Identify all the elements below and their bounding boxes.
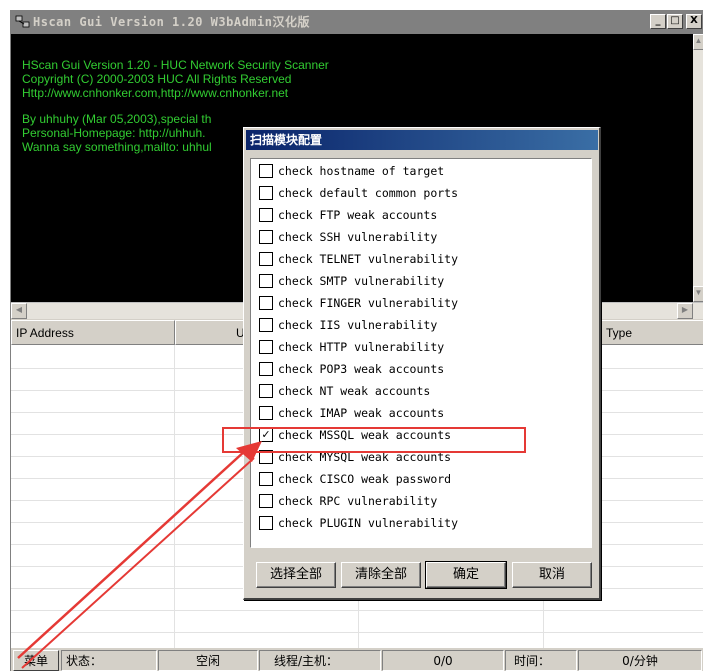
checkbox-cisco[interactable]: check CISCO weak password xyxy=(259,469,579,489)
checkbox-icon[interactable] xyxy=(259,230,273,244)
checkmark-icon[interactable]: ✓ xyxy=(259,428,273,442)
checkbox-label: check IMAP weak accounts xyxy=(278,406,445,420)
log-line: HScan Gui Version 1.20 - HUC Network Sec… xyxy=(22,58,329,72)
log-line: Http://www.cnhonker.com,http://www.cnhon… xyxy=(22,86,289,100)
app-icon xyxy=(15,15,30,28)
checkbox-icon[interactable] xyxy=(259,186,273,200)
checkbox-hostname[interactable]: check hostname of target xyxy=(259,161,579,181)
module-checklist: check hostname of target check default c… xyxy=(250,158,592,548)
checkbox-label: check POP3 weak accounts xyxy=(278,362,445,376)
checkbox-icon[interactable] xyxy=(259,296,273,310)
threads-label: 线程/主机： xyxy=(259,650,381,671)
column-header-ip-address[interactable]: IP Address xyxy=(11,320,175,345)
checkbox-label: check FINGER vulnerability xyxy=(278,296,459,310)
checkbox-iis[interactable]: check IIS vulnerability xyxy=(259,315,579,335)
scroll-down-arrow-icon[interactable]: ▼ xyxy=(693,286,703,302)
title-bar[interactable]: Hscan Gui Version 1.20 W3bAdmin汉化版 _ □ X xyxy=(11,10,703,34)
checkbox-icon[interactable] xyxy=(259,450,273,464)
window-title: Hscan Gui Version 1.20 W3bAdmin汉化版 xyxy=(33,15,310,29)
log-line: Copyright (C) 2000-2003 HUC All Rights R… xyxy=(22,72,292,86)
checkbox-label: check hostname of target xyxy=(278,164,445,178)
checkbox-label: check FTP weak accounts xyxy=(278,208,438,222)
checkbox-http[interactable]: check HTTP vulnerability xyxy=(259,337,579,357)
checkbox-plugin[interactable]: check PLUGIN vulnerability xyxy=(259,513,579,533)
threads-value: 0/0 xyxy=(382,650,504,671)
checkbox-label: check MSSQL weak accounts xyxy=(278,428,452,442)
checkbox-icon[interactable] xyxy=(259,274,273,288)
checkbox-pop3[interactable]: check POP3 weak accounts xyxy=(259,359,579,379)
cancel-button[interactable]: 取消 xyxy=(512,562,592,588)
checkbox-smtp[interactable]: check SMTP vulnerability xyxy=(259,271,579,291)
checkbox-icon[interactable] xyxy=(259,406,273,420)
log-line-blank xyxy=(22,100,693,112)
scroll-up-arrow-icon[interactable]: ▲ xyxy=(693,34,703,50)
checkbox-label: check TELNET vulnerability xyxy=(278,252,459,266)
log-line: By uhhuhy (Mar 05,2003),special th xyxy=(22,112,212,126)
checkbox-ftp[interactable]: check FTP weak accounts xyxy=(259,205,579,225)
scan-module-config-dialog: 扫描模块配置 check hostname of target check de… xyxy=(243,127,601,600)
checkbox-label: check IIS vulnerability xyxy=(278,318,438,332)
checkbox-nt[interactable]: check NT weak accounts xyxy=(259,381,579,401)
checkbox-icon[interactable] xyxy=(259,252,273,266)
checkbox-label: check CISCO weak password xyxy=(278,472,452,486)
checkbox-label: check PLUGIN vulnerability xyxy=(278,516,459,530)
close-button[interactable]: X xyxy=(686,14,702,29)
checkbox-rpc[interactable]: check RPC vulnerability xyxy=(259,491,579,511)
maximize-button[interactable]: □ xyxy=(667,14,683,29)
checkbox-label: check RPC vulnerability xyxy=(278,494,438,508)
checkbox-icon[interactable] xyxy=(259,384,273,398)
checkbox-imap[interactable]: check IMAP weak accounts xyxy=(259,403,579,423)
status-value: 空闲 xyxy=(158,650,258,671)
checkbox-mssql[interactable]: ✓ check MSSQL weak accounts xyxy=(259,425,579,445)
checkbox-label: check MYSQL weak accounts xyxy=(278,450,452,464)
status-label: 状态： xyxy=(61,650,157,671)
minimize-button[interactable]: _ xyxy=(650,14,666,29)
checkbox-icon[interactable] xyxy=(259,516,273,530)
checkbox-icon[interactable] xyxy=(259,318,273,332)
scroll-right-arrow-icon[interactable]: ▶ xyxy=(677,303,693,319)
checkbox-label: check SSH vulnerability xyxy=(278,230,438,244)
select-all-button[interactable]: 选择全部 xyxy=(256,562,336,588)
checkbox-icon[interactable] xyxy=(259,340,273,354)
menu-button[interactable]: 菜单 xyxy=(13,650,59,671)
checkbox-label: check SMTP vulnerability xyxy=(278,274,445,288)
ok-button[interactable]: 确定 xyxy=(425,561,507,589)
checkbox-label: check HTTP vulnerability xyxy=(278,340,445,354)
scroll-left-arrow-icon[interactable]: ◀ xyxy=(11,303,27,319)
checkbox-icon[interactable] xyxy=(259,494,273,508)
checkbox-icon[interactable] xyxy=(259,164,273,178)
dialog-title[interactable]: 扫描模块配置 xyxy=(246,130,598,150)
clear-all-button[interactable]: 清除全部 xyxy=(341,562,421,588)
checkbox-mysql[interactable]: check MYSQL weak accounts xyxy=(259,447,579,467)
time-value: 0/分钟 xyxy=(578,650,702,671)
checkbox-telnet[interactable]: check TELNET vulnerability xyxy=(259,249,579,269)
log-vertical-scrollbar[interactable]: ▲ ▼ xyxy=(693,34,703,302)
checkbox-icon[interactable] xyxy=(259,362,273,376)
checkbox-ssh[interactable]: check SSH vulnerability xyxy=(259,227,579,247)
checkbox-common-ports[interactable]: check default common ports xyxy=(259,183,579,203)
checkbox-icon[interactable] xyxy=(259,208,273,222)
time-label: 时间： xyxy=(505,650,577,671)
checkbox-finger[interactable]: check FINGER vulnerability xyxy=(259,293,579,313)
checkbox-icon[interactable] xyxy=(259,472,273,486)
checkbox-label: check default common ports xyxy=(278,186,459,200)
status-bar: 菜单 状态： 空闲 线程/主机： 0/0 时间： 0/分钟 xyxy=(11,648,703,671)
checkbox-label: check NT weak accounts xyxy=(278,384,431,398)
